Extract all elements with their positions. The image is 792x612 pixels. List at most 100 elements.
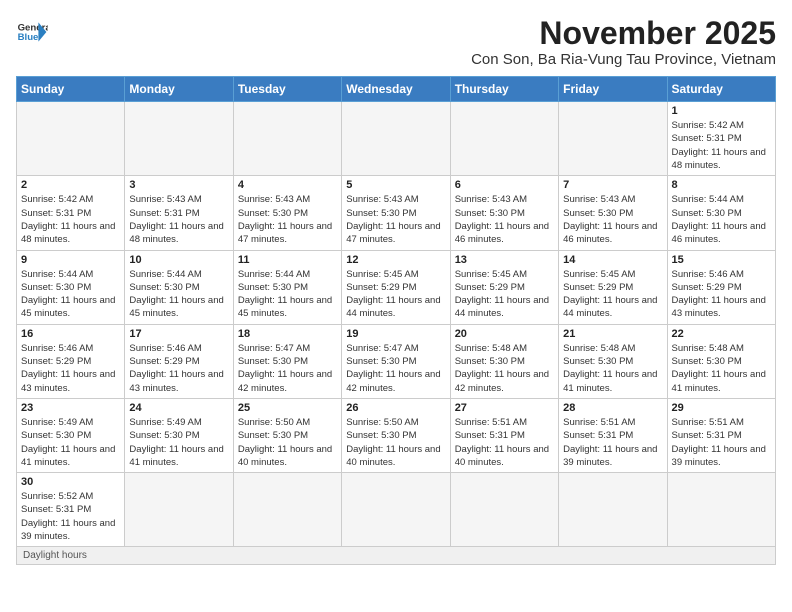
- calendar-cell: 23Sunrise: 5:49 AMSunset: 5:30 PMDayligh…: [17, 398, 125, 472]
- calendar-cell: [342, 473, 450, 547]
- footer-cell: Daylight hours: [17, 547, 776, 565]
- location-title: Con Son, Ba Ria-Vung Tau Province, Vietn…: [471, 51, 776, 68]
- day-number: 20: [455, 328, 554, 340]
- calendar-cell: 14Sunrise: 5:45 AMSunset: 5:29 PMDayligh…: [559, 250, 667, 324]
- svg-text:Blue: Blue: [18, 32, 39, 43]
- calendar-cell: 20 Sunrise: 5:48 AMSunset: 5:30 PMDayligh…: [450, 324, 558, 398]
- day-number: 5: [346, 179, 445, 191]
- calendar-cell: 28Sunrise: 5:51 AMSunset: 5:31 PMDayligh…: [559, 398, 667, 472]
- weekday-header-saturday: Saturday: [667, 77, 775, 102]
- calendar-cell: 15 Sunrise: 5:46 AMSunset: 5:29 PMDayligh…: [667, 250, 775, 324]
- day-sun-info: Sunrise: 5:47 AMSunset: 5:30 PMDaylight:…: [238, 342, 337, 395]
- calendar-cell: [450, 473, 558, 547]
- day-number: 27: [455, 402, 554, 414]
- day-sun-info: Sunrise: 5:46 AMSunset: 5:29 PMDaylight:…: [129, 342, 228, 395]
- day-sun-info: Sunrise: 5:52 AMSunset: 5:31 PMDaylight:…: [21, 490, 120, 543]
- calendar-cell: 18 Sunrise: 5:47 AMSunset: 5:30 PMDayligh…: [233, 324, 341, 398]
- calendar-cell: 13 Sunrise: 5:45 AMSunset: 5:29 PMDayligh…: [450, 250, 558, 324]
- calendar-week-row: 1 Sunrise: 5:42 AMSunset: 5:31 PMDaylight…: [17, 102, 776, 176]
- day-number: 19: [346, 328, 445, 340]
- day-sun-info: Sunrise: 5:51 AMSunset: 5:31 PMDaylight:…: [455, 416, 554, 469]
- day-sun-info: Sunrise: 5:48 AMSunset: 5:30 PMDaylight:…: [455, 342, 554, 395]
- day-number: 7: [563, 179, 662, 191]
- calendar-week-row: 9 Sunrise: 5:44 AMSunset: 5:30 PMDaylight…: [17, 250, 776, 324]
- weekday-header-thursday: Thursday: [450, 77, 558, 102]
- day-sun-info: Sunrise: 5:47 AMSunset: 5:30 PMDaylight:…: [346, 342, 445, 395]
- day-number: 13: [455, 254, 554, 266]
- calendar-cell: 9 Sunrise: 5:44 AMSunset: 5:30 PMDaylight…: [17, 250, 125, 324]
- calendar-cell: [342, 102, 450, 176]
- calendar-week-row: 16 Sunrise: 5:46 AMSunset: 5:29 PMDayligh…: [17, 324, 776, 398]
- calendar-cell: 26Sunrise: 5:50 AMSunset: 5:30 PMDayligh…: [342, 398, 450, 472]
- calendar-week-row: 2 Sunrise: 5:42 AMSunset: 5:31 PMDaylight…: [17, 176, 776, 250]
- day-sun-info: Sunrise: 5:51 AMSunset: 5:31 PMDaylight:…: [563, 416, 662, 469]
- calendar-cell: 17Sunrise: 5:46 AMSunset: 5:29 PMDayligh…: [125, 324, 233, 398]
- calendar-cell: 10 Sunrise: 5:44 AMSunset: 5:30 PMDayligh…: [125, 250, 233, 324]
- day-number: 16: [21, 328, 120, 340]
- calendar-week-row: 30 Sunrise: 5:52 AMSunset: 5:31 PMDayligh…: [17, 473, 776, 547]
- calendar-cell: 24Sunrise: 5:49 AMSunset: 5:30 PMDayligh…: [125, 398, 233, 472]
- calendar-cell: 3 Sunrise: 5:43 AMSunset: 5:31 PMDaylight…: [125, 176, 233, 250]
- weekday-header-wednesday: Wednesday: [342, 77, 450, 102]
- day-number: 2: [21, 179, 120, 191]
- day-number: 15: [672, 254, 771, 266]
- day-sun-info: Sunrise: 5:46 AMSunset: 5:29 PMDaylight:…: [672, 268, 771, 321]
- day-sun-info: Sunrise: 5:43 AMSunset: 5:30 PMDaylight:…: [563, 193, 662, 246]
- day-number: 8: [672, 179, 771, 191]
- day-sun-info: Sunrise: 5:46 AMSunset: 5:29 PMDaylight:…: [21, 342, 120, 395]
- calendar-cell: [233, 473, 341, 547]
- day-sun-info: Sunrise: 5:43 AMSunset: 5:31 PMDaylight:…: [129, 193, 228, 246]
- day-number: 24: [129, 402, 228, 414]
- calendar-cell: 21 Sunrise: 5:48 AMSunset: 5:30 PMDayligh…: [559, 324, 667, 398]
- day-number: 11: [238, 254, 337, 266]
- day-sun-info: Sunrise: 5:45 AMSunset: 5:29 PMDaylight:…: [455, 268, 554, 321]
- day-sun-info: Sunrise: 5:43 AMSunset: 5:30 PMDaylight:…: [455, 193, 554, 246]
- calendar-cell: 19 Sunrise: 5:47 AMSunset: 5:30 PMDayligh…: [342, 324, 450, 398]
- footer-row: Daylight hours: [17, 547, 776, 565]
- day-number: 9: [21, 254, 120, 266]
- day-number: 10: [129, 254, 228, 266]
- day-sun-info: Sunrise: 5:43 AMSunset: 5:30 PMDaylight:…: [346, 193, 445, 246]
- calendar-cell: 8 Sunrise: 5:44 AMSunset: 5:30 PMDaylight…: [667, 176, 775, 250]
- day-sun-info: Sunrise: 5:48 AMSunset: 5:30 PMDaylight:…: [672, 342, 771, 395]
- weekday-header-monday: Monday: [125, 77, 233, 102]
- calendar-cell: 29Sunrise: 5:51 AMSunset: 5:31 PMDayligh…: [667, 398, 775, 472]
- day-number: 25: [238, 402, 337, 414]
- day-sun-info: Sunrise: 5:42 AMSunset: 5:31 PMDaylight:…: [21, 193, 120, 246]
- weekday-header-friday: Friday: [559, 77, 667, 102]
- day-number: 4: [238, 179, 337, 191]
- calendar-cell: [559, 102, 667, 176]
- calendar-cell: 27 Sunrise: 5:51 AMSunset: 5:31 PMDayligh…: [450, 398, 558, 472]
- calendar-cell: 12Sunrise: 5:45 AMSunset: 5:29 PMDayligh…: [342, 250, 450, 324]
- day-sun-info: Sunrise: 5:51 AMSunset: 5:31 PMDaylight:…: [672, 416, 771, 469]
- day-number: 23: [21, 402, 120, 414]
- calendar-cell: [125, 473, 233, 547]
- calendar-week-row: 23Sunrise: 5:49 AMSunset: 5:30 PMDayligh…: [17, 398, 776, 472]
- day-number: 6: [455, 179, 554, 191]
- day-sun-info: Sunrise: 5:45 AMSunset: 5:29 PMDaylight:…: [563, 268, 662, 321]
- day-number: 30: [21, 476, 120, 488]
- day-number: 3: [129, 179, 228, 191]
- day-sun-info: Sunrise: 5:44 AMSunset: 5:30 PMDaylight:…: [238, 268, 337, 321]
- weekday-header-row: SundayMondayTuesdayWednesdayThursdayFrid…: [17, 77, 776, 102]
- day-number: 1: [672, 105, 771, 117]
- calendar-cell: [450, 102, 558, 176]
- day-sun-info: Sunrise: 5:45 AMSunset: 5:29 PMDaylight:…: [346, 268, 445, 321]
- calendar-cell: [17, 102, 125, 176]
- day-number: 21: [563, 328, 662, 340]
- calendar-cell: [559, 473, 667, 547]
- calendar-cell: [233, 102, 341, 176]
- calendar-cell: [667, 473, 775, 547]
- calendar-cell: 6 Sunrise: 5:43 AMSunset: 5:30 PMDaylight…: [450, 176, 558, 250]
- day-sun-info: Sunrise: 5:42 AMSunset: 5:31 PMDaylight:…: [672, 119, 771, 172]
- day-sun-info: Sunrise: 5:48 AMSunset: 5:30 PMDaylight:…: [563, 342, 662, 395]
- day-sun-info: Sunrise: 5:44 AMSunset: 5:30 PMDaylight:…: [672, 193, 771, 246]
- day-number: 18: [238, 328, 337, 340]
- day-sun-info: Sunrise: 5:44 AMSunset: 5:30 PMDaylight:…: [21, 268, 120, 321]
- calendar-cell: 11 Sunrise: 5:44 AMSunset: 5:30 PMDayligh…: [233, 250, 341, 324]
- logo: General Blue: [16, 16, 48, 48]
- calendar-cell: 7 Sunrise: 5:43 AMSunset: 5:30 PMDaylight…: [559, 176, 667, 250]
- calendar-cell: [125, 102, 233, 176]
- calendar-cell: 4Sunrise: 5:43 AMSunset: 5:30 PMDaylight…: [233, 176, 341, 250]
- day-sun-info: Sunrise: 5:44 AMSunset: 5:30 PMDaylight:…: [129, 268, 228, 321]
